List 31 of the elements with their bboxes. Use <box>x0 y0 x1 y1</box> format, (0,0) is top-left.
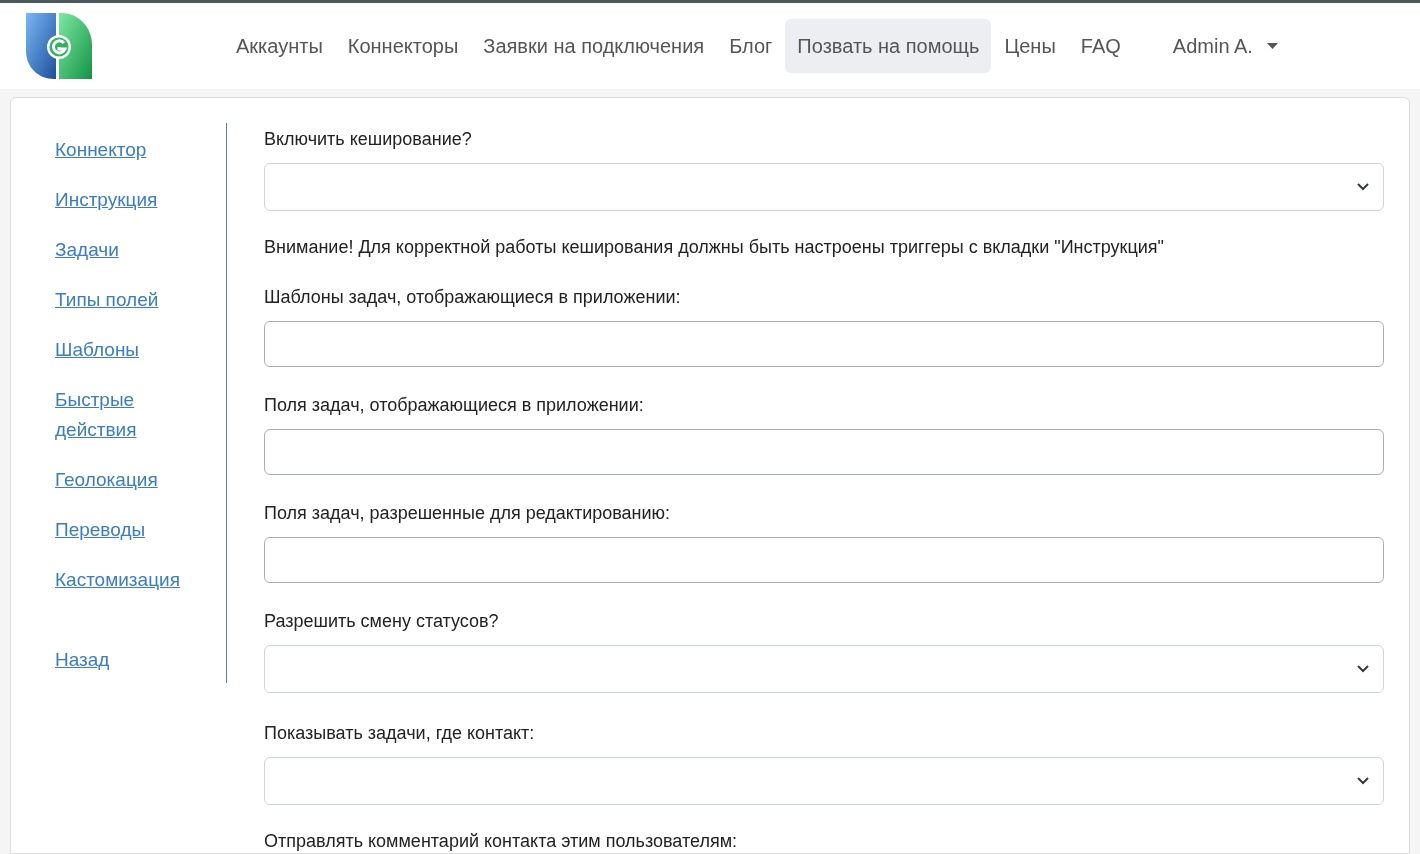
input-field[interactable] <box>264 321 1384 367</box>
field-label: Разрешить смену статусов? <box>264 610 500 633</box>
warning-text: Внимание! Для корректной работы кеширования должны быть настроены триггеры с вкладки "Инструкция" <box>264 236 1165 259</box>
logo-icon <box>24 11 94 82</box>
select-field[interactable] <box>264 163 1384 211</box>
sidebar-link[interactable]: Коннектор <box>55 135 147 165</box>
select-field[interactable] <box>264 645 1384 693</box>
sidebar-link[interactable]: Геолокация <box>55 465 158 495</box>
sidebar-link[interactable]: Шаблоны <box>55 335 140 365</box>
chevron-down-icon <box>1357 183 1369 191</box>
sidebar-link[interactable]: Быстрые действия <box>55 385 206 445</box>
chevron-down-icon <box>1357 777 1369 785</box>
input-field[interactable] <box>264 537 1384 583</box>
sidebar-link[interactable]: Кастомизация <box>55 565 180 595</box>
user-menu[interactable]: Admin A. <box>1172 31 1278 62</box>
field-label: Поля задач, разрешенные для редактированию: <box>264 502 672 525</box>
sidebar-link[interactable]: Инструкция <box>55 185 158 215</box>
field-label: Шаблоны задач, отображающиеся в приложении: <box>264 286 682 309</box>
sidebar-link[interactable]: Задачи <box>55 235 119 265</box>
field-label: Включить кеширование? <box>264 128 473 151</box>
field-label: Отправлять комментарий контакта этим пользователям: <box>264 830 739 853</box>
chevron-down-icon <box>1357 665 1369 673</box>
field-label: Показывать задачи, где контакт: <box>264 722 536 745</box>
caret-down-icon <box>1266 43 1278 50</box>
select-field[interactable] <box>264 757 1384 805</box>
back-link[interactable]: Назад <box>55 645 110 675</box>
sidebar-link[interactable]: Типы полей <box>55 285 159 315</box>
sidebar-link[interactable]: Переводы <box>55 515 146 545</box>
field-label: Поля задач, отображающиеся в приложении: <box>264 394 645 417</box>
nav-link[interactable]: Позвать на помощь <box>785 19 992 74</box>
input-field[interactable] <box>264 429 1384 475</box>
